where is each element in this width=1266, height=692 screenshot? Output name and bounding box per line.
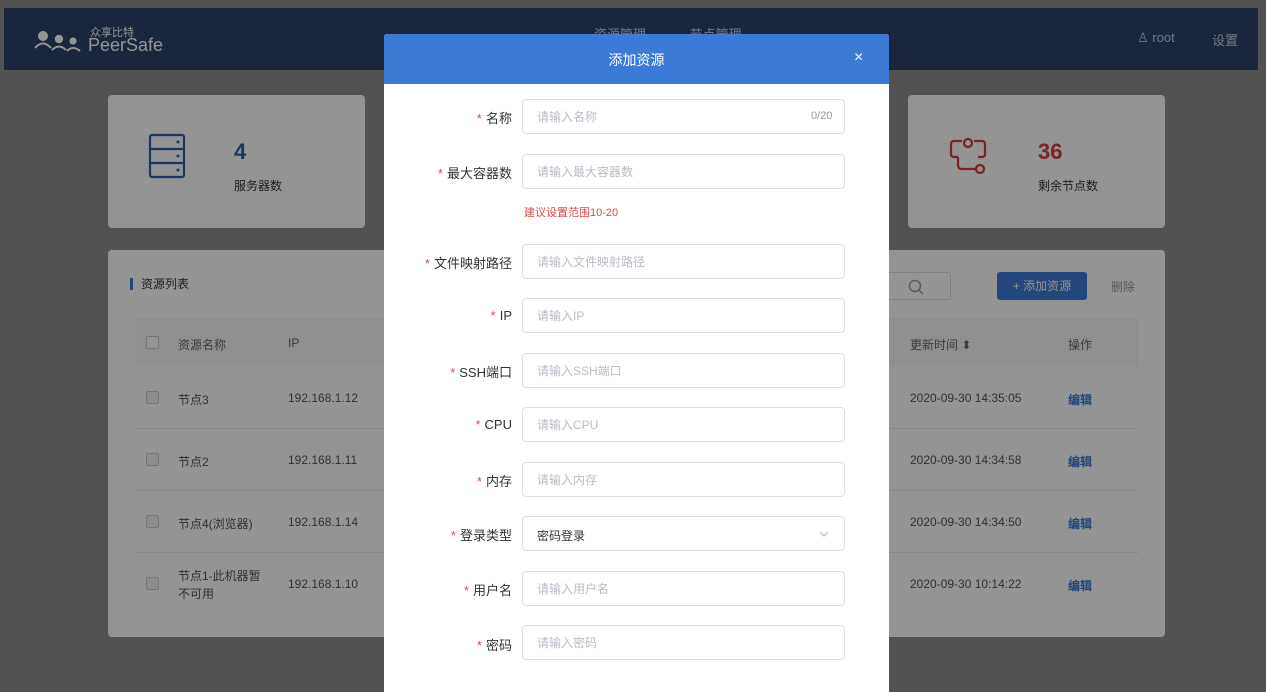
file-path-label-text: 文件映射路径 bbox=[433, 256, 512, 271]
required-mark: * bbox=[437, 166, 443, 181]
max-containers-hint: 建议设置范围10-20 bbox=[524, 207, 619, 219]
login-type-label-text: 登录类型 bbox=[459, 528, 512, 543]
required-mark: * bbox=[475, 417, 481, 432]
max-containers-label: * 最大容器数 bbox=[392, 163, 512, 182]
max-containers-input[interactable] bbox=[522, 154, 845, 189]
dialog-header: 添加资源 × bbox=[384, 34, 889, 84]
dialog-title: 添加资源 bbox=[608, 52, 665, 68]
name-input[interactable] bbox=[522, 99, 845, 134]
username-input[interactable] bbox=[522, 571, 845, 606]
ip-label: * IP bbox=[392, 308, 512, 323]
required-mark: * bbox=[490, 308, 496, 323]
login-type-label: * 登录类型 bbox=[392, 525, 512, 544]
ssh-port-input[interactable] bbox=[522, 353, 845, 388]
memory-input[interactable] bbox=[522, 462, 845, 497]
file-path-label: * 文件映射路径 bbox=[392, 253, 512, 272]
required-mark: * bbox=[463, 583, 469, 598]
close-icon[interactable]: × bbox=[854, 50, 863, 66]
ssh-port-label: * SSH端口 bbox=[392, 362, 512, 381]
cpu-label-text: CPU bbox=[484, 417, 512, 432]
required-mark: * bbox=[476, 111, 482, 126]
name-label: * 名称 bbox=[392, 108, 512, 127]
name-label-text: 名称 bbox=[485, 111, 512, 126]
password-input[interactable] bbox=[522, 625, 845, 660]
username-label: * 用户名 bbox=[392, 580, 512, 599]
cpu-input[interactable] bbox=[522, 407, 845, 442]
add-resource-dialog: 添加资源 × *名称 0/20 *最大容器数 建议设置范围10-20 *文件映射… bbox=[384, 34, 889, 692]
username-label-text: 用户名 bbox=[472, 583, 512, 598]
cpu-label: * CPU bbox=[392, 417, 512, 432]
chevron-down-icon bbox=[819, 531, 829, 537]
ssh-port-label-text: SSH端口 bbox=[459, 365, 512, 380]
name-char-counter: 0/20 bbox=[811, 110, 833, 122]
max-containers-label-text: 最大容器数 bbox=[446, 166, 512, 181]
required-mark: * bbox=[476, 638, 482, 653]
password-label-text: 密码 bbox=[485, 638, 512, 653]
memory-label-text: 内存 bbox=[485, 474, 512, 489]
memory-label: * 内存 bbox=[392, 471, 512, 490]
password-label: * 密码 bbox=[392, 635, 512, 654]
required-mark: * bbox=[450, 365, 456, 380]
ip-label-text: IP bbox=[499, 308, 512, 323]
ip-input[interactable] bbox=[522, 298, 845, 333]
required-mark: * bbox=[424, 256, 430, 271]
required-mark: * bbox=[476, 474, 482, 489]
login-type-value: 密码登录 bbox=[537, 529, 586, 543]
required-mark: * bbox=[450, 528, 456, 543]
login-type-select[interactable]: 密码登录 bbox=[522, 516, 845, 551]
file-path-input[interactable] bbox=[522, 244, 845, 279]
